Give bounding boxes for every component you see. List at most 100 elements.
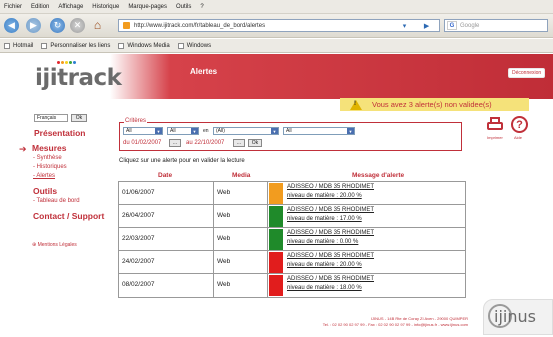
divider	[213, 274, 214, 297]
menu-marque-pages[interactable]: Marque-pages	[128, 4, 167, 10]
alert-message-level[interactable]: niveau de matière : 0.00 %	[287, 239, 358, 245]
divider	[267, 205, 268, 227]
logo-dots-icon	[57, 61, 76, 64]
divider	[213, 182, 214, 204]
table-row[interactable]: 08/02/2007 Web ADISSEO / MDB 35 RHODIMET…	[119, 274, 465, 297]
criteria-select-2[interactable]: All ▼	[167, 127, 199, 135]
dropdown-arrow-icon[interactable]: ▾	[403, 22, 407, 30]
page-icon	[118, 42, 125, 49]
language-select[interactable]: Français	[34, 114, 68, 122]
table-row[interactable]: 01/06/2007 Web ADISSEO / MDB 35 RHODIMET…	[119, 182, 465, 205]
browser-navbar: ◀ ▶ ↻ ✕ ⌂ http://www.ijitrack.com/fr/tab…	[0, 14, 553, 38]
google-icon[interactable]: G	[447, 21, 457, 30]
cell-media: Web	[217, 258, 231, 265]
forward-arrow-icon[interactable]: ▶	[26, 18, 41, 33]
nav-tableau-de-bord[interactable]: - Tableau de bord	[33, 198, 80, 204]
table-row[interactable]: 22/03/2007 Web ADISSEO / MDB 35 RHODIMET…	[119, 228, 465, 251]
logout-button[interactable]: Déconnexion	[508, 68, 546, 78]
home-icon[interactable]: ⌂	[90, 17, 105, 32]
criteria-select-1[interactable]: All ▼	[123, 127, 163, 135]
footer: IJINUS - 14B Rte de Coray ZI Aven - 2900…	[253, 316, 468, 328]
language-ok-button[interactable]: Ok	[71, 114, 87, 122]
nav-historiques[interactable]: - Historiques	[33, 164, 67, 170]
cell-date: 24/02/2007	[122, 258, 155, 265]
go-arrow-icon[interactable]: ▶	[424, 22, 429, 30]
alert-message-title[interactable]: ADISSEO / MDB 35 RHODIMET	[287, 230, 374, 236]
bookmark-personnaliser[interactable]: Personnaliser les liens	[41, 42, 110, 49]
logo-text: ijitrack	[35, 65, 122, 91]
cell-media: Web	[217, 235, 231, 242]
alert-message-level[interactable]: niveau de matière : 17.00 %	[287, 216, 362, 222]
alert-message-title[interactable]: ADISSEO / MDB 35 RHODIMET	[287, 184, 374, 190]
date-to-calendar-button[interactable]: ...	[233, 139, 245, 147]
printer-icon[interactable]	[487, 117, 503, 132]
date-from-calendar-button[interactable]: ...	[169, 139, 181, 147]
nav-outils[interactable]: Outils	[33, 186, 57, 196]
criteria-ok-button[interactable]: Ok	[248, 139, 262, 147]
cell-media: Web	[217, 281, 231, 288]
menu-affichage[interactable]: Affichage	[58, 4, 83, 10]
help-icon[interactable]: ?	[511, 116, 528, 133]
cell-date: 22/03/2007	[122, 235, 155, 242]
alert-message-title[interactable]: ADISSEO / MDB 35 RHODIMET	[287, 276, 374, 282]
nav-synthese[interactable]: - Synthèse	[33, 155, 62, 161]
divider	[213, 228, 214, 250]
url-text: http://www.ijitrack.com/fr/tableau_de_bo…	[134, 22, 266, 29]
instruction-text: Cliquez sur une alerte pour en valider l…	[119, 158, 245, 164]
date-to-label: au 22/10/2007	[186, 140, 225, 146]
nav-alertes[interactable]: - Alertes	[33, 173, 55, 179]
divider	[267, 182, 268, 204]
legal-link[interactable]: ⊕ Mentions Légales	[32, 242, 77, 248]
bookmarks-bar: Hotmail Personnaliser les liens Windows …	[0, 39, 553, 53]
alert-message-level[interactable]: niveau de matière : 20.00 %	[287, 262, 362, 268]
menu-fichier[interactable]: Fichier	[4, 4, 22, 10]
criteria-select-4[interactable]: All ▼	[283, 127, 355, 135]
header-band: ijitrack Alertes Déconnexion	[0, 54, 553, 99]
bookmark-hotmail[interactable]: Hotmail	[4, 42, 34, 49]
back-arrow-icon[interactable]: ◀	[4, 18, 19, 33]
nav-contact-support[interactable]: Contact / Support	[33, 211, 104, 221]
menu-help[interactable]: ?	[200, 4, 203, 10]
current-arrow-icon: ➔	[19, 144, 27, 154]
nav-presentation[interactable]: Présentation	[34, 128, 86, 138]
help-label[interactable]: Aide	[514, 135, 522, 140]
printer-body-shape	[487, 122, 503, 130]
alert-message-level[interactable]: niveau de matière : 20.00 %	[287, 193, 362, 199]
url-bar[interactable]: http://www.ijitrack.com/fr/tableau_de_bo…	[118, 19, 440, 32]
table-row[interactable]: 26/04/2007 Web ADISSEO / MDB 35 RHODIMET…	[119, 205, 465, 228]
bookmark-windows-media[interactable]: Windows Media	[118, 42, 170, 49]
alerts-table-body: 01/06/2007 Web ADISSEO / MDB 35 RHODIMET…	[118, 181, 466, 298]
reload-icon[interactable]: ↻	[50, 18, 65, 33]
column-header-media: Media	[232, 172, 251, 179]
column-header-date: Date	[158, 172, 173, 179]
select-value: All	[126, 128, 132, 134]
alert-level-swatch	[269, 229, 283, 250]
date-from-label: du 01/02/2007	[123, 140, 162, 146]
table-row[interactable]: 24/02/2007 Web ADISSEO / MDB 35 RHODIMET…	[119, 251, 465, 274]
criteria-box: Critères All ▼ All ▼ en (All) ▼ All ▼ du 01/…	[119, 118, 462, 151]
alert-banner[interactable]: ! Vous avez 3 alerte(s) non validee(s)	[340, 98, 529, 111]
select-value: All	[286, 128, 292, 134]
nav-mesures[interactable]: Mesures	[32, 143, 67, 153]
divider	[267, 274, 268, 297]
alert-message-level[interactable]: niveau de matière : 18.00 %	[287, 285, 362, 291]
criteria-separator: en	[203, 128, 209, 134]
ijinus-logo[interactable]: ijinus	[483, 299, 553, 335]
criteria-select-3[interactable]: (All) ▼	[213, 127, 279, 135]
page-content: ijitrack Alertes Déconnexion Français Ok…	[0, 54, 553, 337]
alert-message-title[interactable]: ADISSEO / MDB 35 RHODIMET	[287, 253, 374, 259]
menu-outils[interactable]: Outils	[176, 4, 191, 10]
search-input[interactable]: G Google	[444, 19, 548, 32]
menu-edition[interactable]: Edition	[31, 4, 49, 10]
legal-label: Mentions Légales	[37, 242, 77, 248]
bookmark-label: Hotmail	[13, 42, 34, 49]
page-title: Alertes	[190, 67, 218, 76]
menu-historique[interactable]: Historique	[92, 4, 119, 10]
alert-level-swatch	[269, 183, 283, 204]
stop-icon[interactable]: ✕	[70, 18, 85, 33]
print-label[interactable]: Imprimer	[487, 135, 503, 140]
column-header-message: Message d'alerte	[352, 172, 405, 179]
alert-message-title[interactable]: ADISSEO / MDB 35 RHODIMET	[287, 207, 374, 213]
cell-media: Web	[217, 189, 231, 196]
bookmark-windows[interactable]: Windows	[177, 42, 211, 49]
